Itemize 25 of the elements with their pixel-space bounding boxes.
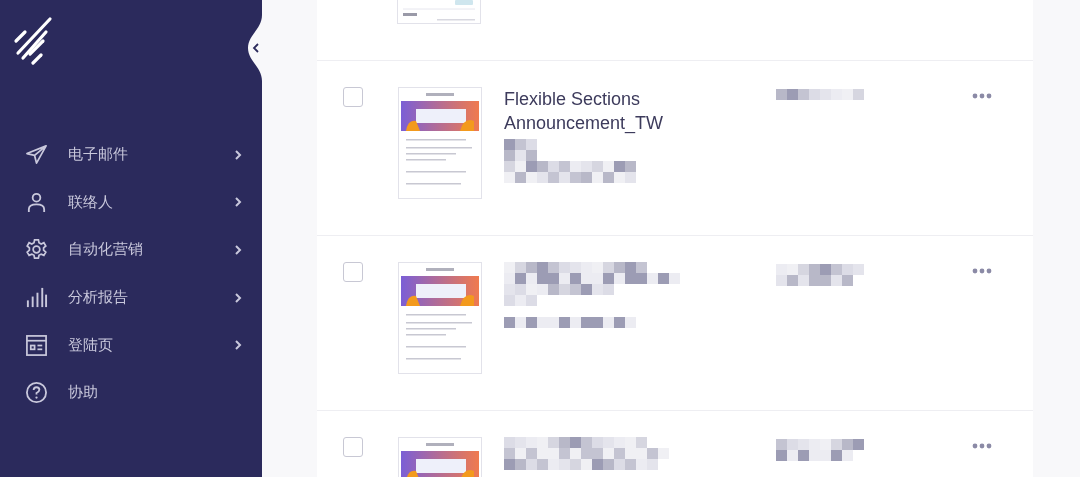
menu-item[interactable]: 登陆页 xyxy=(0,321,262,369)
menu-item[interactable]: 联络人 xyxy=(0,178,262,227)
help-icon xyxy=(25,381,48,405)
more-options-icon[interactable] xyxy=(972,268,992,274)
campaign-title[interactable]: Flexible Sections Announcement_TW xyxy=(504,87,754,135)
send-icon xyxy=(25,143,48,167)
menu-item[interactable]: 自动化营销 xyxy=(0,226,262,274)
checkbox[interactable] xyxy=(343,262,363,282)
menu-label: 协助 xyxy=(68,383,99,403)
person-icon xyxy=(25,190,48,214)
menu-label: 自动化营销 xyxy=(68,240,144,260)
menu-item[interactable]: 协助 xyxy=(0,368,262,417)
bar-chart-icon xyxy=(25,286,48,310)
more-options-icon[interactable] xyxy=(972,443,992,449)
checkbox[interactable] xyxy=(343,87,363,107)
menu-label: 电子邮件 xyxy=(68,145,129,165)
menu-label: 联络人 xyxy=(68,192,114,212)
menu-item[interactable]: 分析报告 xyxy=(0,273,262,322)
settings-icon xyxy=(25,238,48,262)
menu-label: 分析报告 xyxy=(68,288,129,308)
page-layout-icon xyxy=(25,333,48,357)
checkbox[interactable] xyxy=(343,437,363,457)
menu-label: 登陆页 xyxy=(68,335,114,355)
more-options-icon[interactable] xyxy=(972,93,992,99)
menu-item[interactable]: 电子邮件 xyxy=(0,131,262,179)
